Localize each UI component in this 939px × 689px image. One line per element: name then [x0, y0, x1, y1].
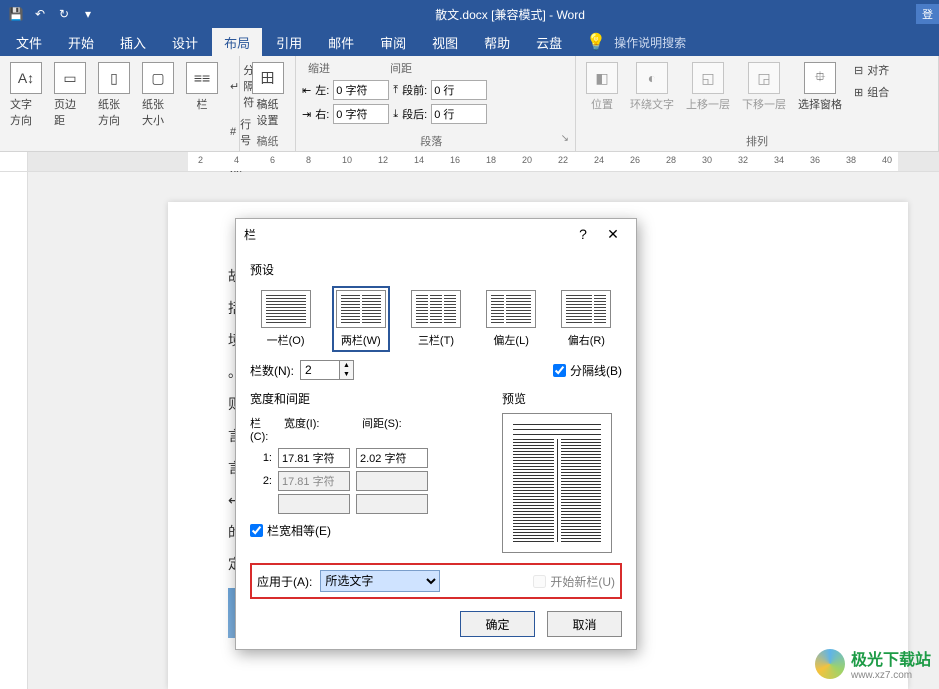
page-size-button[interactable]: ▢纸张大小 — [138, 60, 178, 130]
new-column-checkbox: 开始新栏(U) — [533, 573, 615, 590]
align-button: ⊟对齐 — [850, 60, 893, 80]
apply-to-select[interactable]: 所选文字 — [320, 570, 440, 592]
spin-up-icon[interactable]: ▲ — [340, 361, 353, 370]
preset-one[interactable]: 一栏(O) — [259, 288, 313, 350]
orientation-button[interactable]: ▯纸张方向 — [94, 60, 134, 130]
vertical-ruler[interactable] — [0, 172, 28, 689]
dialog-title: 栏 — [244, 226, 568, 243]
dialog-close-icon[interactable]: ✕ — [598, 226, 628, 243]
tab-file[interactable]: 文件 — [4, 28, 54, 57]
horizontal-ruler[interactable]: 246810121416182022242628303234363840 — [0, 152, 939, 172]
send-backward-button: ◲下移一层 — [738, 60, 790, 114]
group-objects-button: ⊞组合 — [850, 82, 893, 102]
quick-access-toolbar: 💾 ↶ ↻ ▾ — [0, 7, 104, 21]
apply-to-highlight: 应用于(A): 所选文字 开始新栏(U) — [250, 563, 622, 599]
line-no-icon: # — [230, 126, 236, 138]
col3-spacing-input — [356, 494, 428, 514]
group-icon: ⊞ — [854, 86, 863, 99]
preset-two[interactable]: 两栏(W) — [334, 288, 388, 350]
dialog-help-icon[interactable]: ? — [568, 226, 598, 242]
tab-cloud[interactable]: 云盘 — [524, 28, 574, 57]
spin-down-icon[interactable]: ▼ — [340, 370, 353, 379]
tab-design[interactable]: 设计 — [160, 28, 210, 57]
col1-width-input[interactable] — [278, 448, 350, 468]
watermark: 极光下载站 www.xz7.com — [815, 646, 931, 681]
tab-layout[interactable]: 布局 — [212, 28, 262, 57]
indent-left-icon: ⇤ — [302, 84, 311, 97]
col2-spacing-input — [356, 471, 428, 491]
equal-width-checkbox[interactable]: 栏宽相等(E) — [250, 522, 488, 539]
group-paragraph: 缩进间距 ⇤左: ⤒段前: ⇥右: ⤓段后: 段落↘ — [296, 56, 576, 151]
cancel-button[interactable]: 取消 — [547, 611, 622, 637]
position-button: ◧位置 — [582, 60, 622, 114]
group-page-setup: A↕文字方向 ▭页边距 ▯纸张方向 ▢纸张大小 ≡≡栏 ↵分隔符 #行号 bc断… — [0, 56, 240, 151]
col2-width-input — [278, 471, 350, 491]
login-button[interactable]: 登 — [916, 4, 939, 24]
tab-home[interactable]: 开始 — [56, 28, 106, 57]
separator-checkbox[interactable]: 分隔线(B) — [553, 362, 622, 379]
save-icon[interactable]: 💾 — [8, 7, 24, 21]
col3-width-input — [278, 494, 350, 514]
window-title: 散文.docx [兼容模式] - Word — [104, 6, 916, 23]
wrap-text-button: ◐环绕文字 — [626, 60, 678, 114]
title-bar: 💾 ↶ ↻ ▾ 散文.docx [兼容模式] - Word 登 — [0, 0, 939, 28]
columns-button[interactable]: ≡≡栏 — [182, 60, 222, 114]
ribbon-tabs: 文件 开始 插入 设计 布局 引用 邮件 审阅 视图 帮助 云盘 💡 操作说明搜… — [0, 28, 939, 56]
tell-me-bulb-icon: 💡 — [586, 32, 606, 52]
space-before-input[interactable] — [431, 80, 487, 100]
group-paper: 田稿纸 设置 稿纸 — [240, 56, 296, 151]
align-icon: ⊟ — [854, 64, 863, 77]
redo-icon[interactable]: ↻ — [56, 7, 72, 21]
preview-pane — [502, 413, 612, 553]
col1-spacing-input[interactable] — [356, 448, 428, 468]
manuscript-button[interactable]: 田稿纸 设置 — [246, 60, 289, 130]
space-before-icon: ⤒ — [393, 84, 398, 97]
text-direction-button[interactable]: A↕文字方向 — [6, 60, 46, 130]
tell-me-search[interactable]: 操作说明搜索 — [614, 34, 686, 51]
ribbon: A↕文字方向 ▭页边距 ▯纸张方向 ▢纸张大小 ≡≡栏 ↵分隔符 #行号 bc断… — [0, 56, 939, 152]
undo-icon[interactable]: ↶ — [32, 7, 48, 21]
watermark-logo-icon — [815, 649, 845, 679]
selection-pane-button[interactable]: ⯐选择窗格 — [794, 60, 846, 114]
tab-help[interactable]: 帮助 — [472, 28, 522, 57]
indent-right-input[interactable] — [333, 104, 389, 124]
bring-forward-button: ◱上移一层 — [682, 60, 734, 114]
presets-label: 预设 — [250, 261, 622, 278]
indent-right-icon: ⇥ — [302, 108, 311, 121]
tab-mail[interactable]: 邮件 — [316, 28, 366, 57]
col-count-input[interactable] — [300, 360, 340, 380]
margins-button[interactable]: ▭页边距 — [50, 60, 90, 130]
apply-to-label: 应用于(A): — [257, 573, 312, 590]
preset-three[interactable]: 三栏(T) — [409, 288, 463, 350]
ok-button[interactable]: 确定 — [460, 611, 535, 637]
group-arrange: ◧位置 ◐环绕文字 ◱上移一层 ◲下移一层 ⯐选择窗格 ⊟对齐 ⊞组合 排列 — [576, 56, 939, 151]
tab-review[interactable]: 审阅 — [368, 28, 418, 57]
space-after-icon: ⤓ — [393, 108, 398, 121]
col-count-label: 栏数(N): — [250, 362, 294, 379]
breaks-icon: ↵ — [230, 80, 239, 93]
qa-dropdown-icon[interactable]: ▾ — [80, 7, 96, 21]
space-after-input[interactable] — [431, 104, 487, 124]
indent-left-input[interactable] — [333, 80, 389, 100]
preset-left[interactable]: 偏左(L) — [484, 288, 538, 350]
paragraph-launcher-icon[interactable]: ↘ — [561, 133, 569, 144]
tab-view[interactable]: 视图 — [420, 28, 470, 57]
tab-references[interactable]: 引用 — [264, 28, 314, 57]
tab-insert[interactable]: 插入 — [108, 28, 158, 57]
columns-dialog: 栏 ? ✕ 预设 一栏(O) 两栏(W) 三栏(T) 偏左(L) 偏右(R) 栏… — [235, 218, 637, 650]
preset-right[interactable]: 偏右(R) — [559, 288, 613, 350]
